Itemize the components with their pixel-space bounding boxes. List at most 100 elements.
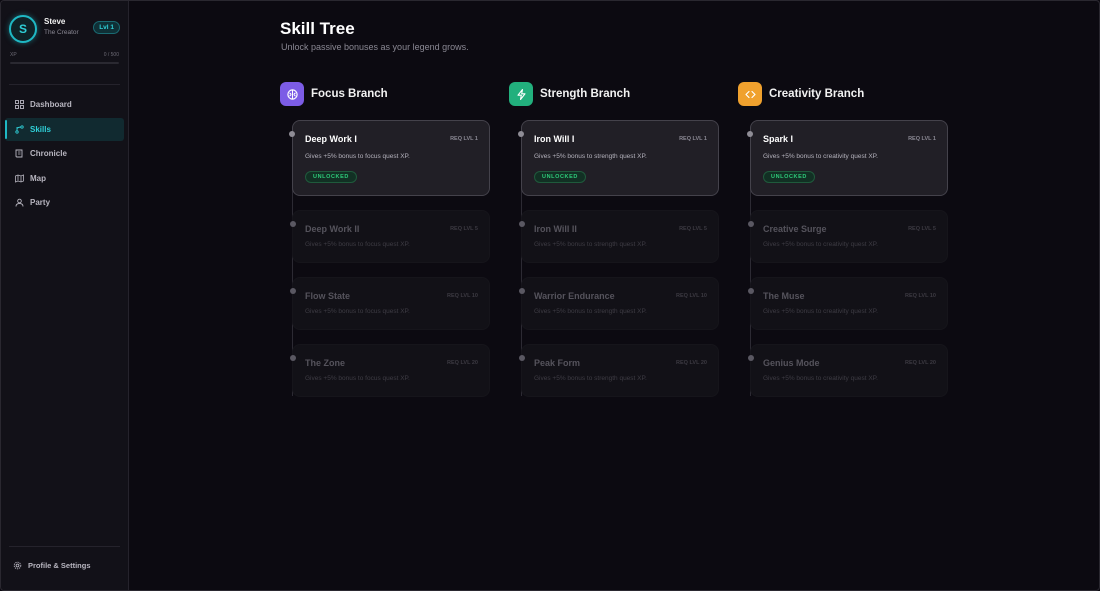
skill-description: Gives +5% bonus to creativity quest XP. xyxy=(763,241,878,248)
user-name: Steve xyxy=(44,17,66,26)
xp-value: 0 / 500 xyxy=(103,52,119,58)
skill-card-unlocked[interactable]: Iron Will I REQ LVL 1 Gives +5% bonus to… xyxy=(518,120,719,196)
skill-requirement: REQ LVL 10 xyxy=(905,293,936,299)
skill-description: Gives +5% bonus to strength quest XP. xyxy=(534,241,647,248)
skill-card-locked[interactable]: Warrior Endurance REQ LVL 10 Gives +5% b… xyxy=(519,277,719,330)
skill-requirement: REQ LVL 20 xyxy=(676,360,707,366)
skill-description: Gives +5% bonus to strength quest XP. xyxy=(534,308,647,315)
skill-name: Spark I xyxy=(763,134,794,144)
branch-strength: Strength Branch Iron Will I REQ LVL 1 Gi… xyxy=(509,82,719,397)
skill-node-dot xyxy=(748,288,754,294)
branch-name: Focus Branch xyxy=(311,88,388,100)
lightning-icon xyxy=(509,82,533,106)
code-icon xyxy=(738,82,762,106)
profile-info: Steve The Creator xyxy=(44,17,93,36)
skill-name: Flow State xyxy=(305,291,351,301)
skill-name: The Muse xyxy=(763,291,805,301)
skill-name: Iron Will II xyxy=(534,224,577,234)
sidebar-item-dashboard[interactable]: Dashboard xyxy=(5,93,124,116)
skill-description: Gives +5% bonus to strength quest XP. xyxy=(534,153,647,160)
skill-card-locked[interactable]: The Zone REQ LVL 20 Gives +5% bonus to f… xyxy=(290,344,490,397)
xp-progress-bar xyxy=(10,62,119,64)
skill-node-dot xyxy=(519,288,525,294)
skill-name: Creative Surge xyxy=(763,224,827,234)
skill-name: Warrior Endurance xyxy=(534,291,615,301)
skill-card-unlocked[interactable]: Spark I REQ LVL 1 Gives +5% bonus to cre… xyxy=(747,120,948,196)
skill-card-locked[interactable]: Flow State REQ LVL 10 Gives +5% bonus to… xyxy=(290,277,490,330)
skill-card-locked[interactable]: Iron Will II REQ LVL 5 Gives +5% bonus t… xyxy=(519,210,719,263)
profile-settings-link[interactable]: Profile & Settings xyxy=(13,561,91,570)
skill-name: The Zone xyxy=(305,358,345,368)
skill-requirement: REQ LVL 1 xyxy=(679,136,707,142)
gear-icon xyxy=(13,561,22,570)
user-profile[interactable]: S Steve The Creator Lvl 1 xyxy=(1,1,128,47)
skill-description: Gives +5% bonus to focus quest XP. xyxy=(305,308,410,315)
unlocked-badge: UNLOCKED xyxy=(763,171,815,183)
skill-requirement: REQ LVL 1 xyxy=(450,136,478,142)
sidebar-item-label: Party xyxy=(30,198,51,207)
skill-node-dot xyxy=(747,131,753,137)
skill-description: Gives +5% bonus to focus quest XP. xyxy=(305,375,410,382)
skill-card-locked[interactable]: Peak Form REQ LVL 20 Gives +5% bonus to … xyxy=(519,344,719,397)
settings-label: Profile & Settings xyxy=(28,561,91,570)
user-title: The Creator xyxy=(44,29,79,36)
skill-requirement: REQ LVL 1 xyxy=(908,136,936,142)
sidebar-item-label: Map xyxy=(30,173,46,183)
skill-node-dot xyxy=(748,355,754,361)
sidebar-item-label: Dashboard xyxy=(30,100,72,109)
app-window: S Steve The Creator Lvl 1 XP 0 / 500 Das… xyxy=(0,0,1100,591)
branch-name: Strength Branch xyxy=(540,88,631,100)
chronicle-icon xyxy=(15,149,24,158)
sidebar-item-map[interactable]: Map xyxy=(5,167,124,190)
skill-node-dot xyxy=(518,131,524,137)
skill-description: Gives +5% bonus to focus quest XP. xyxy=(305,241,410,248)
page-subtitle: Unlock passive bonuses as your legend gr… xyxy=(281,42,469,52)
branch-creativity: Creativity Branch Spark I REQ LVL 1 Give… xyxy=(738,82,948,397)
branch-name: Creativity Branch xyxy=(769,88,865,100)
branch-focus: Focus Branch Deep Work I REQ LVL 1 Gives… xyxy=(280,82,490,397)
sidebar-nav: Dashboard Skills Chronicle Map Party xyxy=(1,93,128,214)
skill-node-dot xyxy=(748,221,754,227)
skill-requirement: REQ LVL 20 xyxy=(905,360,936,366)
skill-description: Gives +5% bonus to creativity quest XP. xyxy=(763,308,878,315)
skill-name: Deep Work I xyxy=(305,134,357,144)
skill-card-locked[interactable]: Creative Surge REQ LVL 5 Gives +5% bonus… xyxy=(748,210,948,263)
skill-requirement: REQ LVL 20 xyxy=(447,360,478,366)
skills-icon xyxy=(15,124,24,134)
skill-description: Gives +5% bonus to creativity quest XP. xyxy=(763,153,878,160)
unlocked-badge: UNLOCKED xyxy=(305,171,357,183)
skill-requirement: REQ LVL 5 xyxy=(450,226,478,232)
main-content: Skill Tree Unlock passive bonuses as you… xyxy=(129,1,1099,590)
skill-card-locked[interactable]: Deep Work II REQ LVL 5 Gives +5% bonus t… xyxy=(290,210,490,263)
brain-icon xyxy=(280,82,304,106)
skill-card-locked[interactable]: Genius Mode REQ LVL 20 Gives +5% bonus t… xyxy=(748,344,948,397)
sidebar-item-label: Skills xyxy=(30,124,51,134)
unlocked-badge: UNLOCKED xyxy=(534,171,586,183)
skill-card-locked[interactable]: The Muse REQ LVL 10 Gives +5% bonus to c… xyxy=(748,277,948,330)
skill-description: Gives +5% bonus to focus quest XP. xyxy=(305,153,410,160)
map-icon xyxy=(15,173,24,183)
sidebar-divider xyxy=(9,84,120,85)
skill-requirement: REQ LVL 10 xyxy=(676,293,707,299)
skill-node-dot xyxy=(290,355,296,361)
skill-name: Genius Mode xyxy=(763,358,820,368)
sidebar-item-chronicle[interactable]: Chronicle xyxy=(5,142,124,165)
sidebar-item-skills[interactable]: Skills xyxy=(5,117,124,141)
dashboard-icon xyxy=(15,100,24,109)
party-icon xyxy=(15,198,24,207)
skill-node-dot xyxy=(519,221,525,227)
branch-header: Focus Branch xyxy=(280,82,480,106)
skill-requirement: REQ LVL 10 xyxy=(447,293,478,299)
skill-name: Peak Form xyxy=(534,358,581,368)
branch-header: Strength Branch xyxy=(509,82,709,106)
xp-row: XP 0 / 500 xyxy=(1,52,128,58)
sidebar: S Steve The Creator Lvl 1 XP 0 / 500 Das… xyxy=(1,1,129,590)
page-title: Skill Tree xyxy=(280,19,355,38)
skill-description: Gives +5% bonus to strength quest XP. xyxy=(534,375,647,382)
skill-name: Deep Work II xyxy=(305,224,360,234)
skill-card-unlocked[interactable]: Deep Work I REQ LVL 1 Gives +5% bonus to… xyxy=(289,120,490,196)
skill-node-dot xyxy=(290,288,296,294)
skill-requirement: REQ LVL 5 xyxy=(679,226,707,232)
avatar[interactable]: S xyxy=(9,15,37,43)
sidebar-item-party[interactable]: Party xyxy=(5,191,124,214)
